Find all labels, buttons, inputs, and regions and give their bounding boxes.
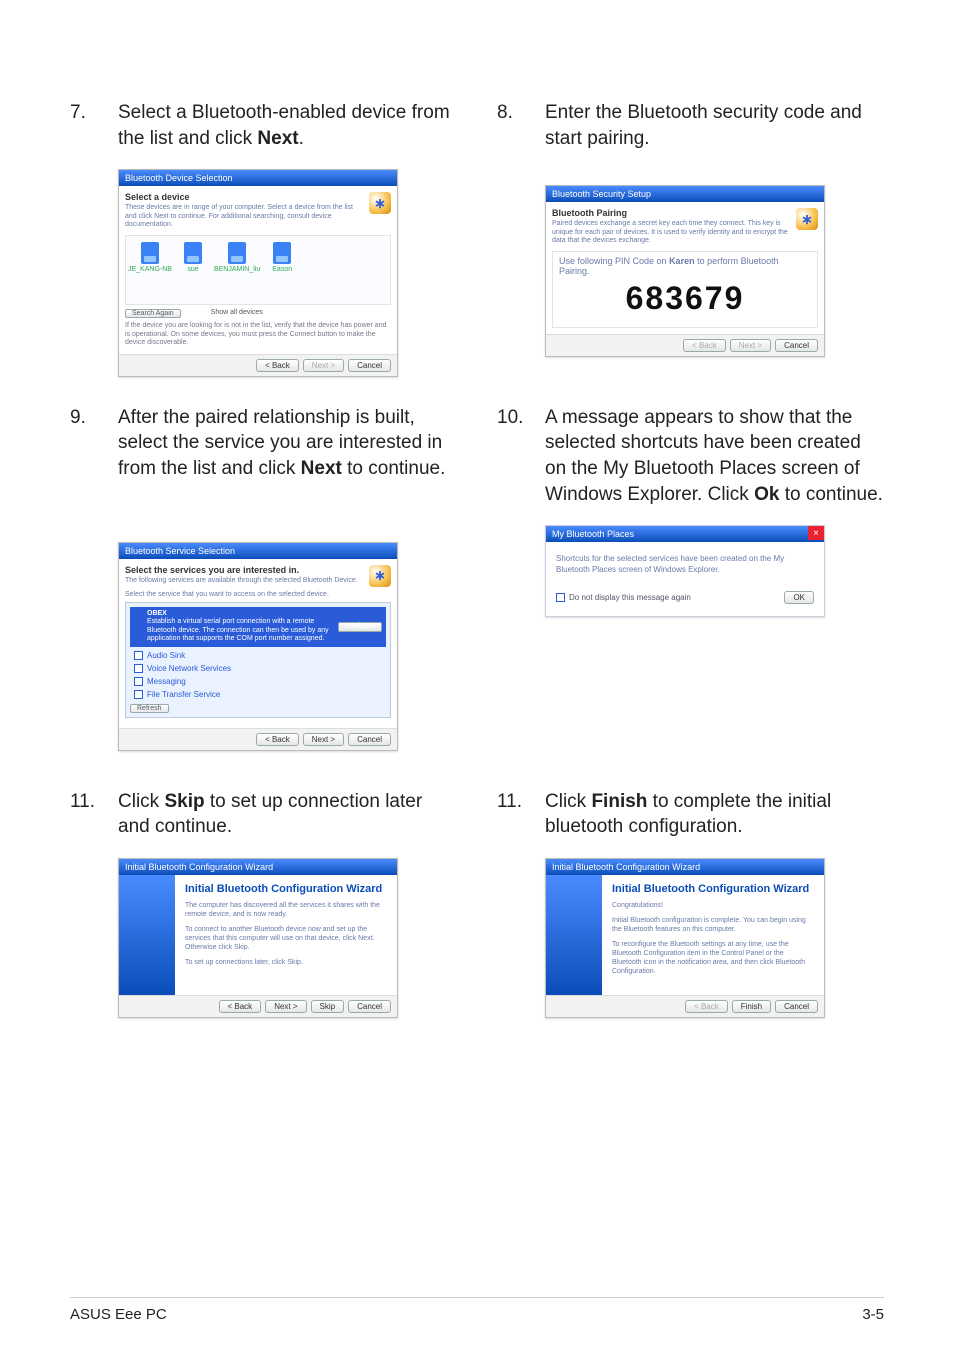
dialog-note: If the device you are looking for is not… (125, 322, 391, 347)
service-item[interactable]: Voice Network Services (134, 662, 382, 675)
pin-instruction: Use following PIN Code on (559, 256, 669, 266)
wizard-text: Congratulations! (612, 901, 814, 910)
screenshot-security-setup: Bluetooth Security Setup ∗ Bluetooth Pai… (545, 185, 825, 357)
device-item[interactable]: JE_KANG-NB (128, 242, 172, 294)
cancel-button[interactable]: Cancel (348, 359, 391, 372)
checkbox-icon[interactable] (134, 690, 143, 699)
refresh-button[interactable]: Refresh (130, 704, 169, 713)
step-text: Select a Bluetooth-enabled device from t… (118, 100, 457, 151)
wizard-heading: Initial Bluetooth Configuration Wizard (185, 883, 387, 895)
dialog-heading: Bluetooth Pairing (552, 208, 818, 218)
step-number: 7. (70, 100, 118, 151)
step-text: A message appears to show that the selec… (545, 405, 884, 508)
service-item-selected[interactable]: OBEX Establish a virtual serial port con… (130, 607, 386, 647)
device-icon (184, 242, 202, 264)
checkbox-icon[interactable] (134, 651, 143, 660)
finish-button[interactable]: Finish (732, 1000, 771, 1013)
wizard-text: To set up connections later, click Skip. (185, 958, 387, 967)
dialog-title: Bluetooth Security Setup (546, 186, 824, 202)
step-text: Click Finish to complete the initial blu… (545, 789, 884, 840)
back-button[interactable]: < Back (256, 359, 299, 372)
wizard-text: Initial Bluetooth configuration is compl… (612, 916, 814, 934)
skip-button[interactable]: Skip (311, 1000, 345, 1013)
cancel-button[interactable]: Cancel (775, 339, 818, 352)
service-item[interactable]: Messaging (134, 675, 382, 688)
dialog-heading: Select the services you are interested i… (125, 565, 391, 575)
checkbox-icon[interactable] (134, 610, 143, 619)
device-item[interactable]: sue (184, 242, 202, 294)
footer-left: ASUS Eee PC (70, 1306, 167, 1323)
cancel-button[interactable]: Cancel (348, 1000, 391, 1013)
show-devices-label[interactable]: Show all devices (211, 309, 263, 318)
wizard-text: The computer has discovered all the serv… (185, 901, 387, 919)
step-text: Enter the Bluetooth security code and st… (545, 100, 884, 151)
bluetooth-icon: ∗ (369, 192, 391, 214)
step-number: 8. (497, 100, 545, 151)
screenshot-wizard-skip: Initial Bluetooth Configuration Wizard I… (118, 858, 398, 1018)
device-icon (273, 242, 291, 264)
pin-target: Karen (669, 256, 695, 266)
dialog-title: Initial Bluetooth Configuration Wizard (119, 859, 397, 875)
next-button[interactable]: Next > (303, 359, 344, 372)
wizard-sidebar-image (119, 875, 175, 995)
back-button[interactable]: < Back (219, 1000, 262, 1013)
message-text: Shortcuts for the selected services have… (556, 554, 814, 575)
step-number: 9. (70, 405, 118, 482)
dialog-title: Bluetooth Device Selection (119, 170, 397, 186)
device-item[interactable]: BENJAMIN_liu (214, 242, 260, 294)
wizard-sidebar-image (546, 875, 602, 995)
device-item[interactable]: Eason (272, 242, 292, 294)
screenshot-message-box: My Bluetooth Places × Shortcuts for the … (545, 525, 825, 617)
wizard-text: To reconfigure the Bluetooth settings at… (612, 940, 814, 976)
step-text: Click Skip to set up connection later an… (118, 789, 457, 840)
dialog-hint: Select the service that you want to acce… (125, 591, 391, 598)
configure-button[interactable]: Configure (338, 622, 382, 632)
dialog-subtext: Paired devices exchange a secret key eac… (552, 220, 818, 245)
close-icon[interactable]: × (808, 526, 824, 540)
back-button[interactable]: < Back (683, 339, 726, 352)
dialog-title: Bluetooth Service Selection (119, 543, 397, 559)
cancel-button[interactable]: Cancel (775, 1000, 818, 1013)
screenshot-service-selection: Bluetooth Service Selection ∗ Select the… (118, 542, 398, 751)
checkbox-icon[interactable] (134, 677, 143, 686)
dialog-title: My Bluetooth Places × (546, 526, 824, 542)
dialog-title: Initial Bluetooth Configuration Wizard (546, 859, 824, 875)
next-button[interactable]: Next > (730, 339, 771, 352)
wizard-text: To connect to another Bluetooth device n… (185, 925, 387, 952)
back-button[interactable]: < Back (256, 733, 299, 746)
screenshot-device-selection: Bluetooth Device Selection ∗ Select a de… (118, 169, 398, 376)
device-list[interactable]: JE_KANG-NB sue BENJAMIN_liu Eason (125, 235, 391, 305)
step-number: 11. (70, 789, 118, 840)
screenshot-wizard-finish: Initial Bluetooth Configuration Wizard I… (545, 858, 825, 1018)
dialog-heading: Select a device (125, 192, 391, 202)
device-icon (141, 242, 159, 264)
step-text: After the paired relationship is built, … (118, 405, 457, 482)
checkbox-icon[interactable] (134, 664, 143, 673)
checkbox-label[interactable]: Do not display this message again (569, 593, 691, 602)
dialog-subtext: The following services are available thr… (125, 577, 391, 585)
search-again-button[interactable]: Search Again (125, 309, 181, 318)
back-button[interactable]: < Back (685, 1000, 728, 1013)
next-button[interactable]: Next > (303, 733, 344, 746)
wizard-heading: Initial Bluetooth Configuration Wizard (612, 883, 814, 895)
device-icon (228, 242, 246, 264)
dialog-subtext: These devices are in range of your compu… (125, 204, 391, 229)
step-number: 11. (497, 789, 545, 840)
next-button[interactable]: Next > (265, 1000, 306, 1013)
checkbox-icon[interactable] (556, 593, 565, 602)
service-item[interactable]: Audio Sink (134, 649, 382, 662)
step-number: 10. (497, 405, 545, 508)
cancel-button[interactable]: Cancel (348, 733, 391, 746)
service-item[interactable]: File Transfer Service (134, 688, 382, 701)
bluetooth-icon: ∗ (796, 208, 818, 230)
pin-code: 683679 (559, 280, 811, 317)
service-list[interactable]: OBEX Establish a virtual serial port con… (125, 602, 391, 718)
footer-page-number: 3-5 (862, 1306, 884, 1323)
bluetooth-icon: ∗ (369, 565, 391, 587)
ok-button[interactable]: OK (784, 591, 814, 604)
